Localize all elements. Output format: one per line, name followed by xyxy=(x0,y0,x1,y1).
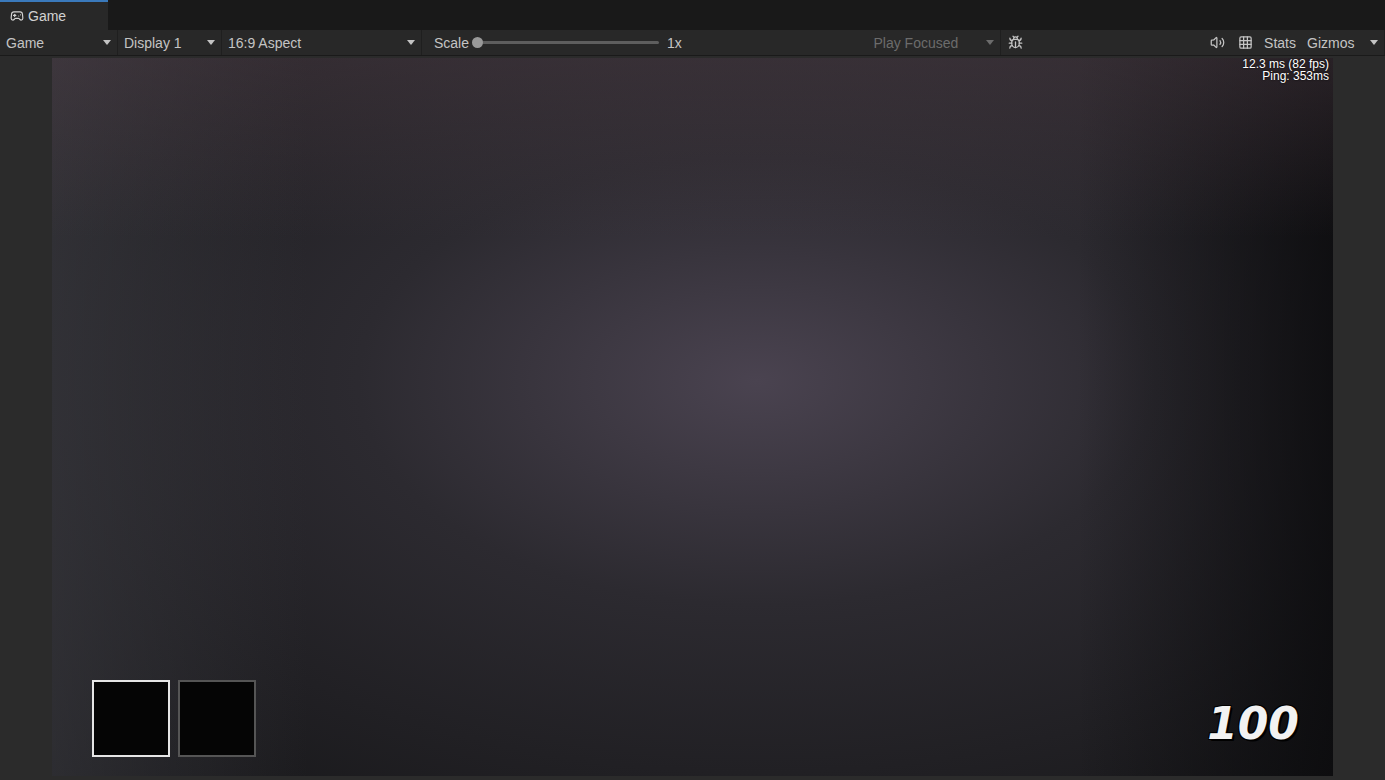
toolbar-dropdown[interactable]: 16:9 Aspect xyxy=(222,30,422,55)
grid-icon xyxy=(1238,35,1253,50)
ping: Ping: 353ms xyxy=(1262,70,1329,82)
speaker-icon xyxy=(1210,35,1225,50)
grid-button[interactable] xyxy=(1231,30,1259,55)
unity-game-window: GameGameDisplay 116:9 AspectScale1xPlay … xyxy=(0,0,1385,780)
gamepad-icon xyxy=(10,9,24,23)
bug-icon xyxy=(1008,35,1023,50)
stats-button[interactable]: Stats xyxy=(1259,30,1301,55)
scene-render xyxy=(52,58,1333,776)
dropdown-arrow-icon xyxy=(1370,40,1378,45)
game-viewport: 12.3 ms (82 fps)Ping: 353ms 100 xyxy=(0,56,1385,780)
dropdown-arrow-icon xyxy=(986,40,994,45)
toolbar-dropdown[interactable]: Game xyxy=(0,30,118,55)
dropdown-arrow-icon xyxy=(407,40,415,45)
dropdown-arrow-icon xyxy=(207,40,215,45)
toolbar-dropdown[interactable]: Display 1 xyxy=(118,30,222,55)
inventory-slots xyxy=(92,680,256,757)
play-mode-dropdown[interactable]: Play Focused xyxy=(867,30,1001,55)
inventory-slot[interactable] xyxy=(92,680,170,757)
mute-button[interactable] xyxy=(1203,30,1231,55)
game-tab[interactable]: Game xyxy=(0,0,108,30)
toolbar: GameDisplay 116:9 AspectScale1x Play Focu… xyxy=(0,30,1385,56)
scale-slider[interactable] xyxy=(477,41,659,44)
scale-control: Scale1x xyxy=(422,30,694,55)
health-counter: 100 xyxy=(1207,700,1299,748)
frame-time: 12.3 ms (82 fps) xyxy=(1242,58,1329,70)
game-frame[interactable]: 12.3 ms (82 fps)Ping: 353ms 100 xyxy=(52,58,1333,776)
gizmos-dropdown[interactable]: Gizmos xyxy=(1301,30,1385,55)
slider-knob[interactable] xyxy=(472,37,483,48)
tab-bar: Game xyxy=(0,0,1385,30)
performance-stats: 12.3 ms (82 fps)Ping: 353ms xyxy=(1242,58,1329,82)
inventory-slot[interactable] xyxy=(178,680,256,757)
debug-button[interactable] xyxy=(1001,30,1029,55)
dropdown-arrow-icon xyxy=(103,40,111,45)
